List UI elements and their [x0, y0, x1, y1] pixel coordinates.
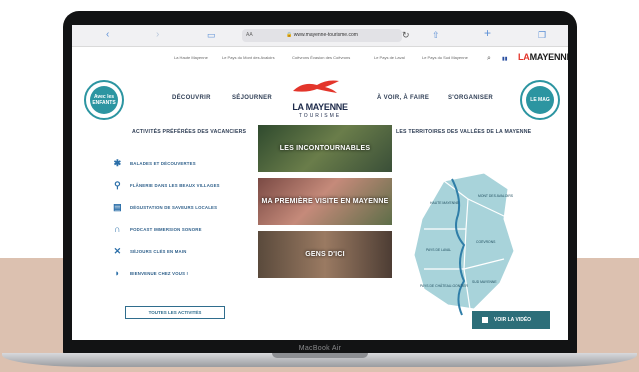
- topnav-link-2[interactable]: Le Pays du Mont des Avaloirs: [222, 55, 275, 60]
- activity-label: BIENVENUE CHEZ VOUS !: [130, 271, 189, 276]
- lock-icon: 🔒: [286, 32, 294, 38]
- tabs-icon[interactable]: ❐: [538, 29, 546, 41]
- logo-title[interactable]: LA MAYENNE: [284, 102, 356, 112]
- forward-icon[interactable]: ›: [156, 29, 159, 41]
- mag-badge[interactable]: LE MAG: [520, 80, 560, 120]
- mayenne-horse-logo-icon: [293, 80, 339, 93]
- tile-incontournables[interactable]: LES INCONTOURNABLES: [258, 125, 392, 172]
- bicycle-icon: ⚲: [114, 180, 121, 190]
- sidebar-icon[interactable]: ▭: [207, 29, 216, 41]
- map-region-label: COËVRONS: [476, 240, 496, 244]
- tile-premiere-visite[interactable]: MA PREMIÈRE VISITE EN MAYENNE: [258, 178, 392, 225]
- nav-s-organiser[interactable]: S'ORGANISER: [448, 95, 493, 101]
- video-icon: [482, 317, 488, 323]
- tile-label: GENS D'ICI: [305, 251, 345, 258]
- address-bar[interactable]: 🔒 www.mayenne-tourisme.com: [242, 29, 402, 42]
- url-text: www.mayenne-tourisme.com: [293, 32, 358, 38]
- activities-title: ACTIVITÉS PRÉFÉRÉES DES VACANCIERS: [132, 129, 247, 135]
- video-button-label: VOIR LA VIDÉO: [494, 317, 532, 323]
- all-activities-button[interactable]: TOUTES LES ACTIVITÉS: [125, 306, 225, 319]
- brand-prefix: LA: [518, 52, 530, 62]
- topnav-link-4[interactable]: Le Pays de Laval: [374, 55, 405, 60]
- mayenne-brand-logo[interactable]: LAMAYENNE: [518, 52, 568, 62]
- nav-a-voir[interactable]: À VOIR, À FAIRE: [377, 95, 429, 101]
- mag-badge-label: LE MAG: [526, 86, 554, 114]
- browser-screen: ‹ › ▭ 🔒 www.mayenne-tourisme.com AA ↻ ⇧ …: [72, 25, 568, 340]
- tile-label: MA PREMIÈRE VISITE EN MAYENNE: [261, 198, 389, 205]
- topnav-link-3[interactable]: Coëvrons Évasion des Coëvrons: [292, 55, 350, 60]
- activity-label: PODCAST IMMERSION SONORE: [130, 227, 202, 232]
- activity-label: DÉGUSTATION DE SAVEURS LOCALES: [130, 205, 218, 210]
- activity-label: SÉJOURS CLÉS EN MAIN: [130, 249, 187, 254]
- topnav-link-1[interactable]: La Haute Mayenne: [174, 55, 208, 60]
- compass-icon: ✕: [113, 246, 122, 256]
- tile-gens-d-ici[interactable]: GENS D'ICI: [258, 231, 392, 278]
- new-tab-icon[interactable]: +: [484, 27, 491, 39]
- map-region-label: PAYS DE CHÂTEAU-GONTIER: [420, 284, 468, 288]
- map-region-label: SUD MAYENNE: [472, 280, 497, 284]
- tile-label: LES INCONTOURNABLES: [279, 145, 371, 152]
- map-region-label: MONT DES AVALOIRS: [478, 194, 514, 198]
- browser-toolbar: ‹ › ▭ 🔒 www.mayenne-tourisme.com AA ↻ ⇧ …: [72, 25, 568, 47]
- activity-label: FLÂNERIE DANS LES BEAUX VILLAGES: [130, 183, 220, 188]
- topnav-link-5[interactable]: Le Pays du Sud Mayenne: [422, 55, 468, 60]
- nav-decouvrir[interactable]: DÉCOUVRIR: [172, 95, 211, 101]
- enfants-badge-label: Avec les ENFANTS: [90, 86, 118, 114]
- share-icon[interactable]: ⇧: [432, 29, 440, 41]
- territories-title: LES TERRITOIRES DES VALLÉES DE LA MAYENN…: [396, 129, 532, 135]
- reader-button[interactable]: AA: [246, 29, 253, 42]
- leaf-icon: ◗: [114, 268, 121, 278]
- watch-video-button[interactable]: VOIR LA VIDÉO: [472, 311, 550, 329]
- search-icon[interactable]: ⌕: [487, 53, 491, 65]
- nav-sejourner[interactable]: SÉJOURNER: [232, 95, 272, 101]
- territories-map[interactable]: HAUTE MAYENNE MONT DES AVALOIRS PAYS DE …: [404, 159, 524, 317]
- map-region-label: HAUTE MAYENNE: [430, 201, 460, 205]
- map-region-label: PAYS DE LAVAL: [426, 248, 451, 252]
- device-label: MacBook Air: [298, 345, 342, 352]
- menu-card-icon: ▤: [113, 202, 122, 212]
- reload-icon[interactable]: ↻: [402, 29, 410, 41]
- headphones-icon: ∩: [114, 224, 121, 234]
- back-icon[interactable]: ‹: [106, 29, 109, 41]
- enfants-badge[interactable]: Avec les ENFANTS: [84, 80, 124, 120]
- activity-label: BALADES ET DÉCOUVERTES: [130, 161, 196, 166]
- language-flag-icon[interactable]: ▮▮: [502, 53, 508, 65]
- laptop-notch: [272, 353, 368, 358]
- hiking-icon: ✱: [113, 158, 122, 168]
- logo-subtitle: TOURISME: [298, 113, 342, 119]
- brand-main: MAYENNE: [529, 52, 568, 62]
